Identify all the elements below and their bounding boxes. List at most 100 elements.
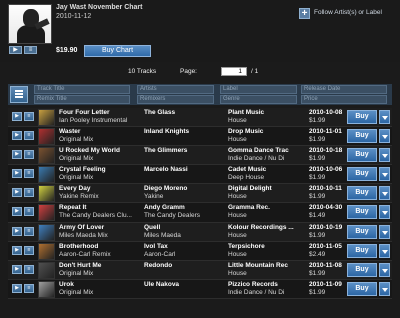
track-artist[interactable]: Ivol Tax bbox=[144, 243, 220, 250]
track-title[interactable]: Four Four Letter bbox=[59, 109, 134, 116]
buy-options-dropdown-icon[interactable] bbox=[379, 262, 390, 277]
buy-options-dropdown-icon[interactable] bbox=[379, 224, 390, 239]
track-artist[interactable]: Quell bbox=[144, 224, 220, 231]
play-icon[interactable]: ▶ bbox=[12, 226, 22, 236]
add-to-queue-icon[interactable]: ≡ bbox=[24, 150, 34, 160]
filter-release-date[interactable]: Release Date bbox=[301, 85, 387, 94]
buy-button[interactable]: Buy bbox=[347, 110, 377, 124]
track-label[interactable]: Plant Music bbox=[228, 109, 304, 116]
release-artwork[interactable] bbox=[38, 204, 55, 222]
play-icon[interactable]: ▶ bbox=[12, 188, 22, 198]
release-artwork[interactable] bbox=[38, 185, 55, 203]
follow-link[interactable]: Follow Artist(s) or Label bbox=[314, 9, 382, 16]
add-to-queue-icon[interactable]: ≡ bbox=[24, 169, 34, 179]
track-title[interactable]: Every Day bbox=[59, 185, 134, 192]
add-to-queue-icon[interactable]: ≡ bbox=[24, 264, 34, 274]
filter-genre[interactable]: Genre bbox=[220, 95, 297, 104]
track-artist[interactable]: Marcelo Nassi bbox=[144, 166, 220, 173]
track-genre[interactable]: House bbox=[228, 270, 304, 277]
play-icon[interactable]: ▶ bbox=[12, 131, 22, 141]
buy-options-dropdown-icon[interactable] bbox=[379, 243, 390, 258]
track-title[interactable]: U Rocked My World bbox=[59, 147, 134, 154]
release-artwork[interactable] bbox=[38, 280, 55, 298]
track-artist[interactable]: Ule Nakova bbox=[144, 281, 220, 288]
add-to-queue-icon[interactable]: ≡ bbox=[24, 207, 34, 217]
follow-plus-icon[interactable]: + bbox=[299, 8, 310, 19]
add-to-queue-icon[interactable]: ≡ bbox=[24, 245, 34, 255]
filter-price[interactable]: Price bbox=[301, 95, 387, 104]
track-label[interactable]: Pizzico Records bbox=[228, 281, 304, 288]
release-artwork[interactable] bbox=[38, 128, 55, 146]
play-icon[interactable]: ▶ bbox=[9, 46, 22, 54]
track-genre[interactable]: House bbox=[228, 212, 304, 219]
buy-button[interactable]: Buy bbox=[347, 224, 377, 239]
buy-options-dropdown-icon[interactable] bbox=[379, 186, 390, 201]
release-artwork[interactable] bbox=[38, 166, 55, 184]
buy-button[interactable]: Buy bbox=[347, 129, 377, 144]
track-label[interactable]: Gramma Rec. bbox=[228, 204, 304, 211]
filter-remix-title[interactable]: Remix Title bbox=[34, 95, 130, 104]
release-artwork[interactable] bbox=[38, 242, 55, 260]
queue-icon[interactable]: ≡ bbox=[24, 46, 37, 54]
track-remixer[interactable]: Miles Maeda bbox=[144, 232, 220, 239]
track-label[interactable]: Terpsichore bbox=[228, 243, 304, 250]
track-genre[interactable]: House bbox=[228, 193, 304, 200]
buy-button[interactable]: Buy bbox=[347, 167, 377, 182]
track-artist[interactable]: The Glimmers bbox=[144, 147, 220, 154]
release-artwork[interactable] bbox=[38, 223, 55, 241]
track-genre[interactable]: House bbox=[228, 117, 304, 124]
track-title[interactable]: Don't Hurt Me bbox=[59, 262, 134, 269]
track-title[interactable]: Waster bbox=[59, 128, 134, 135]
release-artwork[interactable] bbox=[38, 261, 55, 279]
track-genre[interactable]: Indie Dance / Nu Di bbox=[228, 155, 304, 162]
track-artist[interactable]: The Glass bbox=[144, 109, 220, 116]
add-to-queue-icon[interactable]: ≡ bbox=[24, 226, 34, 236]
track-genre[interactable]: Indie Dance / Nu Di bbox=[228, 289, 304, 296]
buy-options-dropdown-icon[interactable] bbox=[379, 281, 390, 296]
buy-options-dropdown-icon[interactable] bbox=[379, 148, 390, 163]
filter-artists[interactable]: Artists bbox=[137, 85, 214, 94]
buy-button[interactable]: Buy bbox=[347, 243, 377, 258]
track-label[interactable]: Cadet Music bbox=[228, 166, 304, 173]
buy-options-dropdown-icon[interactable] bbox=[379, 129, 390, 144]
buy-chart-button[interactable]: Buy Chart bbox=[84, 45, 151, 57]
buy-button[interactable]: Buy bbox=[347, 281, 377, 296]
track-artist[interactable]: Redondo bbox=[144, 262, 220, 269]
buy-button[interactable]: Buy bbox=[347, 148, 377, 163]
track-artist[interactable]: Inland Knights bbox=[144, 128, 220, 135]
filter-track-title[interactable]: Track Title bbox=[34, 85, 130, 94]
track-title[interactable]: Brotherhood bbox=[59, 243, 134, 250]
track-remixer[interactable]: Aaron-Carl bbox=[144, 251, 220, 258]
buy-options-dropdown-icon[interactable] bbox=[379, 110, 390, 124]
filter-label[interactable]: Label bbox=[220, 85, 297, 94]
track-artist[interactable]: Andy Gramm bbox=[144, 204, 220, 211]
filter-icon[interactable] bbox=[10, 86, 28, 103]
track-label[interactable]: Digital Delight bbox=[228, 185, 304, 192]
play-icon[interactable]: ▶ bbox=[12, 264, 22, 274]
track-title[interactable]: Army Of Lover bbox=[59, 224, 134, 231]
release-artwork[interactable] bbox=[38, 147, 55, 165]
add-to-queue-icon[interactable]: ≡ bbox=[24, 131, 34, 141]
track-label[interactable]: Little Mountain Rec bbox=[228, 262, 304, 269]
buy-button[interactable]: Buy bbox=[347, 262, 377, 277]
add-to-queue-icon[interactable]: ≡ bbox=[24, 188, 34, 198]
play-icon[interactable]: ▶ bbox=[12, 169, 22, 179]
track-label[interactable]: Gomma Dance Trac bbox=[228, 147, 304, 154]
buy-options-dropdown-icon[interactable] bbox=[379, 167, 390, 182]
track-remixer[interactable]: Yakine bbox=[144, 193, 220, 200]
track-genre[interactable]: House bbox=[228, 136, 304, 143]
add-to-queue-icon[interactable]: ≡ bbox=[24, 112, 34, 121]
filter-remixers[interactable]: Remixers bbox=[137, 95, 214, 104]
page-input[interactable]: 1 bbox=[221, 67, 247, 76]
play-icon[interactable]: ▶ bbox=[12, 245, 22, 255]
add-to-queue-icon[interactable]: ≡ bbox=[24, 283, 34, 293]
buy-button[interactable]: Buy bbox=[347, 186, 377, 201]
track-title[interactable]: Crystal Feeling bbox=[59, 166, 134, 173]
buy-options-dropdown-icon[interactable] bbox=[379, 205, 390, 220]
track-remixer[interactable]: The Candy Dealers bbox=[144, 212, 220, 219]
track-genre[interactable]: House bbox=[228, 251, 304, 258]
play-icon[interactable]: ▶ bbox=[12, 112, 22, 121]
play-icon[interactable]: ▶ bbox=[12, 207, 22, 217]
track-artist[interactable]: Diego Moreno bbox=[144, 185, 220, 192]
release-artwork[interactable] bbox=[38, 109, 55, 126]
